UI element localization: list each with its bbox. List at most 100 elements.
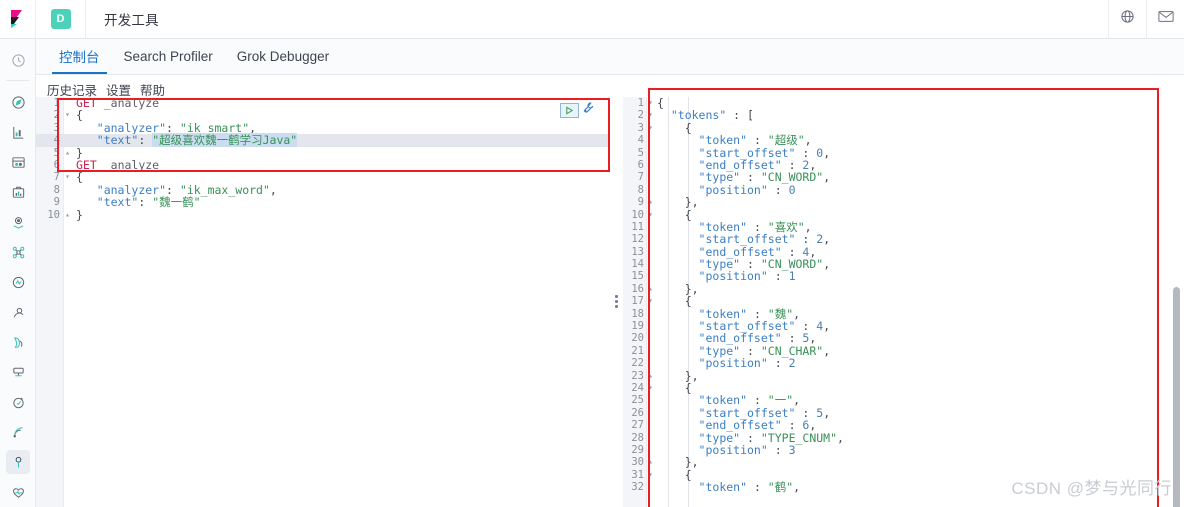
response-vertical-scrollbar[interactable]	[1173, 287, 1180, 507]
logs-icon	[6, 330, 30, 354]
sidebar-item-dashboard[interactable]	[0, 147, 36, 177]
code-line[interactable]: 8 "position" : 0	[623, 184, 1184, 196]
fold-toggle-icon	[647, 134, 654, 146]
code-token: 2	[788, 356, 796, 371]
line-number: 27	[631, 419, 644, 432]
fold-toggle-icon[interactable]: ▴	[647, 283, 654, 295]
tab-console[interactable]: 控制台	[47, 38, 112, 74]
fold-toggle-icon[interactable]: ▴	[64, 209, 71, 221]
sidebar-item-visualize[interactable]	[0, 117, 36, 147]
sidebar-item-logs[interactable]	[0, 327, 36, 357]
code-line[interactable]: 16 ▴ },	[623, 283, 1184, 295]
request-code-area[interactable]: 1 GET _analyze 2 ▾{3 "analyzer": "ik_smart"…	[36, 97, 609, 507]
fold-toggle-icon[interactable]: ▾	[647, 469, 654, 481]
code-token: :	[138, 133, 153, 148]
fold-toggle-icon[interactable]: ▾	[64, 109, 71, 121]
code-line[interactable]: 22 "position" : 2	[623, 357, 1184, 369]
sidebar-item-dev-tools[interactable]	[0, 447, 36, 477]
kibana-home-button[interactable]	[0, 0, 36, 39]
globe-icon	[1120, 9, 1135, 29]
line-number: 7	[637, 171, 644, 184]
line-number: 10	[47, 208, 60, 221]
dev-tools-tabstrip: 控制台 Search Profiler Grok Debugger	[36, 39, 1184, 75]
request-actions	[560, 101, 595, 119]
response-pane[interactable]: 1 ▾{2 ▾ "tokens" : [3 ▾ {4 "token" : "超级", 5…	[623, 97, 1184, 507]
code-line[interactable]: 9 "text": "魏一鹤"	[36, 196, 609, 208]
code-line[interactable]: 9 ▴ },	[623, 196, 1184, 208]
code-line[interactable]: 23 ▴ },	[623, 369, 1184, 382]
globe-button[interactable]	[1108, 0, 1146, 39]
code-token: 0	[788, 182, 796, 197]
code-line[interactable]: 2 ▾ "tokens" : [	[623, 109, 1184, 121]
line-number: 14	[631, 258, 644, 271]
code-line[interactable]: 6 GET _analyze	[36, 159, 609, 171]
fold-toggle-icon[interactable]: ▾	[647, 295, 654, 307]
line-number: 5	[53, 146, 60, 159]
line-number: 24	[631, 381, 644, 394]
page-title: 开发工具	[104, 13, 159, 28]
line-number: 17	[631, 295, 644, 308]
tab-search-profiler[interactable]: Search Profiler	[112, 38, 225, 74]
line-number: 18	[631, 307, 644, 320]
line-number: 13	[631, 245, 644, 258]
code-token: 1	[788, 269, 796, 284]
sidebar-item-siem[interactable]	[0, 417, 36, 447]
fold-toggle-icon	[647, 246, 654, 258]
request-pane[interactable]: 1 GET _analyze 2 ▾{3 "analyzer": "ik_smart"…	[36, 97, 609, 507]
fold-toggle-icon	[64, 122, 71, 134]
machine-learning-icon	[6, 270, 30, 294]
fold-toggle-icon[interactable]: ▴	[647, 456, 654, 468]
fold-toggle-icon[interactable]: ▴	[647, 370, 654, 382]
sidebar-item-monitoring[interactable]	[0, 477, 36, 507]
sidebar-item-maps[interactable]	[0, 207, 36, 237]
splitter-grip-icon	[614, 294, 618, 310]
header-right-actions	[1108, 0, 1184, 39]
line-number: 7	[53, 171, 60, 184]
fold-toggle-icon	[647, 147, 654, 159]
sidebar-item-uptime[interactable]	[0, 387, 36, 417]
mail-button[interactable]	[1146, 0, 1184, 39]
pane-splitter[interactable]	[609, 97, 623, 507]
send-request-button[interactable]	[560, 102, 579, 118]
code-token: ,	[823, 343, 831, 358]
code-line[interactable]: 30 ▴ },	[623, 456, 1184, 468]
fold-toggle-icon[interactable]: ▾	[647, 209, 654, 221]
code-token: :	[747, 480, 768, 495]
fold-toggle-icon[interactable]: ▾	[647, 97, 654, 109]
code-line[interactable]: 29 "position" : 3	[623, 444, 1184, 456]
fold-toggle-icon[interactable]: ▾	[647, 382, 654, 394]
fold-toggle-icon	[647, 320, 654, 332]
map-pin-icon	[6, 210, 30, 234]
code-line[interactable]: 10 ▴}	[36, 208, 609, 221]
line-number: 30	[631, 456, 644, 469]
code-token: "position"	[698, 269, 768, 284]
response-code-area[interactable]: 1 ▾{2 ▾ "tokens" : [3 ▾ {4 "token" : "超级", 5…	[623, 97, 1184, 507]
fold-toggle-icon	[647, 394, 654, 406]
code-line[interactable]: 15 "position" : 1	[623, 270, 1184, 282]
code-line[interactable]: 4 "text": "超级喜欢魏一鹤学习Java"	[36, 133, 609, 148]
line-number: 29	[631, 443, 644, 456]
fold-toggle-icon[interactable]: ▴	[647, 196, 654, 208]
code-line[interactable]: 1 GET _analyze	[36, 97, 609, 109]
code-token: ,	[837, 430, 844, 445]
app-badge-cell[interactable]: D	[36, 0, 86, 39]
sidebar-item-infrastructure[interactable]	[0, 297, 36, 327]
fold-toggle-icon[interactable]: ▾	[647, 122, 654, 134]
code-token: 3	[788, 442, 796, 457]
sidebar-item-apm[interactable]	[0, 357, 36, 387]
sidebar-item-machine-learning[interactable]	[0, 267, 36, 297]
fold-toggle-icon[interactable]: ▴	[64, 147, 71, 159]
fold-toggle-icon[interactable]: ▾	[647, 109, 654, 121]
sidebar-item-graph[interactable]	[0, 237, 36, 267]
sidebar-item-canvas[interactable]	[0, 177, 36, 207]
fold-toggle-icon	[647, 159, 654, 171]
tab-grok-debugger-label: Grok Debugger	[236, 48, 330, 64]
code-token: ,	[823, 170, 831, 185]
clock-icon	[6, 48, 30, 72]
code-token: "position"	[698, 442, 768, 457]
tab-grok-debugger[interactable]: Grok Debugger	[225, 38, 341, 74]
request-wrench-button[interactable]	[582, 101, 595, 119]
sidebar-item-recently-viewed[interactable]	[0, 45, 36, 75]
sidebar-item-discover[interactable]	[0, 87, 36, 117]
fold-toggle-icon[interactable]: ▾	[64, 171, 71, 183]
